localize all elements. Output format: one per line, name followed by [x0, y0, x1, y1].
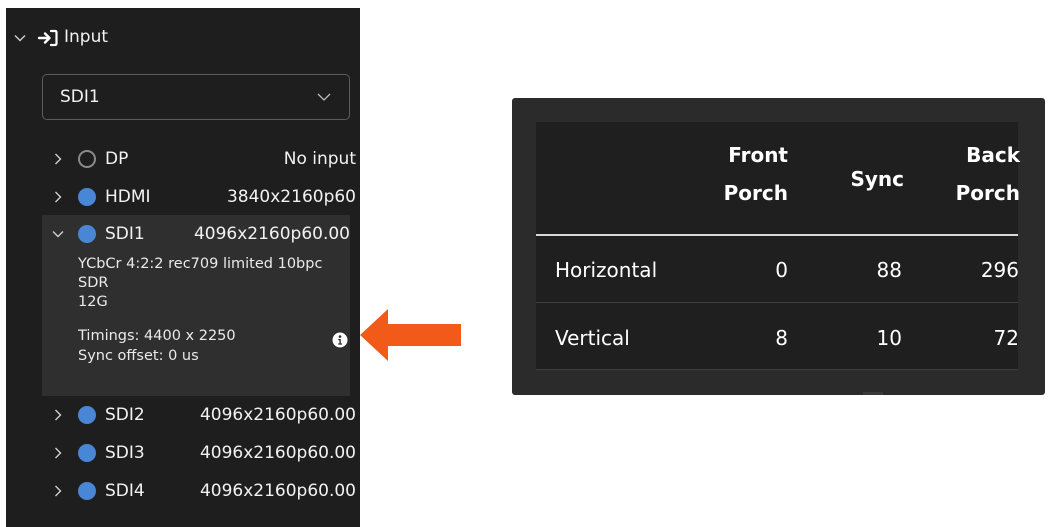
- row-label-vertical: Vertical: [555, 326, 630, 350]
- info-icon[interactable]: [332, 332, 348, 348]
- source-row-dp[interactable]: DP No input: [42, 140, 356, 178]
- popover-tab: [863, 392, 883, 395]
- cell-back-porch: 72: [993, 326, 1019, 350]
- source-row-sdi4[interactable]: SDI4 4096x2160p60.00: [42, 472, 356, 510]
- column-header-front-porch: Front Porch: [723, 143, 788, 205]
- column-header-sync: Sync: [850, 167, 904, 191]
- chevron-down-icon[interactable]: [14, 32, 26, 44]
- sync-offset-text: Sync offset: 0 us: [78, 348, 199, 364]
- source-name: HDMI: [105, 187, 151, 207]
- source-select[interactable]: SDI1: [42, 74, 350, 120]
- source-row-sdi2[interactable]: SDI2 4096x2160p60.00: [42, 396, 356, 434]
- source-name: SDI1: [105, 224, 145, 244]
- chevron-down-icon[interactable]: [52, 228, 64, 240]
- chevron-right-icon[interactable]: [52, 153, 64, 165]
- link-rate: 12G: [78, 294, 108, 310]
- chevron-down-icon: [317, 93, 331, 101]
- source-name: SDI3: [105, 443, 145, 463]
- source-name: DP: [105, 149, 129, 169]
- pointer-arrow-icon: [360, 309, 461, 361]
- column-header-back-porch: Back Porch: [955, 143, 1020, 205]
- row-label-horizontal: Horizontal: [555, 258, 658, 282]
- chevron-right-icon[interactable]: [52, 409, 64, 421]
- source-resolution: 4096x2160p60.00: [193, 224, 350, 244]
- cell-front-porch: 8: [775, 326, 788, 350]
- chevron-right-icon[interactable]: [52, 447, 64, 459]
- source-resolution: 4096x2160p60.00: [199, 405, 356, 425]
- source-row-sdi1[interactable]: SDI1 4096x2160p60.00: [42, 215, 350, 253]
- source-resolution: 4096x2160p60.00: [199, 443, 356, 463]
- status-dot-active: [78, 188, 96, 206]
- cell-back-porch: 296: [980, 258, 1019, 282]
- cell-front-porch: 0: [775, 258, 788, 282]
- source-resolution: 3840x2160p60: [226, 187, 356, 207]
- row-divider: [536, 369, 1018, 370]
- section-title: Input: [64, 27, 109, 47]
- status-dot-active: [78, 225, 96, 243]
- signal-format: YCbCr 4:2:2 rec709 limited 10bpc: [78, 256, 323, 272]
- source-resolution: No input: [283, 149, 356, 169]
- source-resolution: 4096x2160p60.00: [199, 481, 356, 501]
- row-divider: [536, 302, 1018, 303]
- cell-sync: 10: [876, 326, 902, 350]
- source-select-value: SDI1: [60, 87, 100, 107]
- timings-text: Timings: 4400 x 2250: [78, 328, 236, 344]
- dynamic-range: SDR: [78, 275, 109, 291]
- source-detail-sdi1: SDI1 4096x2160p60.00 YCbCr 4:2:2 rec709 …: [42, 215, 350, 396]
- source-row-sdi3[interactable]: SDI3 4096x2160p60.00: [42, 434, 356, 472]
- source-name: SDI4: [105, 481, 145, 501]
- source-name: SDI2: [105, 405, 145, 425]
- chevron-right-icon[interactable]: [52, 485, 64, 497]
- sign-in-icon: [38, 29, 58, 47]
- chevron-right-icon[interactable]: [52, 191, 64, 203]
- status-dot-active: [78, 406, 96, 424]
- timings-popover: Front Porch Sync Back Porch Horizontal 0…: [512, 98, 1045, 395]
- status-dot-active: [78, 482, 96, 500]
- input-panel: Input SDI1 DP No input HDMI 3840x2160p60: [6, 8, 360, 527]
- header-divider: [536, 234, 1018, 236]
- status-dot-active: [78, 444, 96, 462]
- source-row-hdmi[interactable]: HDMI 3840x2160p60: [42, 178, 356, 216]
- status-dot-inactive: [78, 150, 96, 168]
- cell-sync: 88: [876, 258, 902, 282]
